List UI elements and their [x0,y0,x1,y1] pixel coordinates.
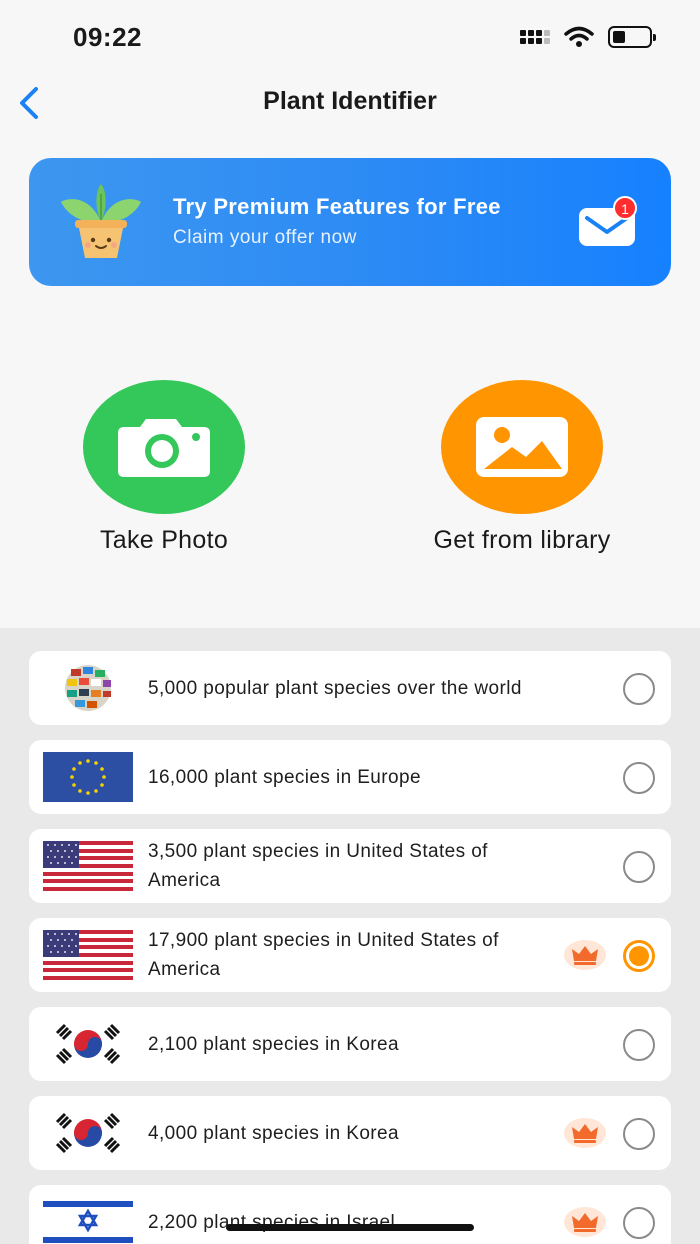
radio-button[interactable] [623,762,655,794]
list-item-label: 2,100 plant species in Korea [148,1033,399,1055]
status-bar: 09:22 [0,0,700,70]
us-flag-icon [43,841,133,891]
us-flag-icon [43,930,133,980]
take-photo-button[interactable]: Take Photo [64,380,264,555]
list-item[interactable]: 2,200 plant species in Israel [29,1185,671,1244]
radio-button[interactable] [623,1029,655,1061]
library-label: Get from library [433,526,611,554]
list-item-label: 16,000 plant species in Europe [148,766,421,788]
potted-plant-icon [61,184,141,258]
eu-flag-icon [43,752,133,802]
radio-button[interactable] [623,1207,655,1239]
list-item-label: 3,500 plant species in United States of … [148,841,488,891]
notification-badge: 1 [613,196,637,220]
battery-icon [608,26,656,48]
status-icons [520,26,656,48]
crown-icon [564,1207,606,1237]
nav-bar: Plant Identifier [0,75,700,130]
promo-title: Try Premium Features for Free [173,194,501,219]
image-icon [476,417,568,477]
library-circle [441,380,603,514]
get-from-library-button[interactable]: Get from library [404,380,640,555]
world-globe-icon [65,665,111,711]
take-photo-circle [83,380,245,514]
list-item[interactable]: 5,000 popular plant species over the wor… [29,651,671,725]
crown-icon [564,1118,606,1148]
list-item[interactable]: 2,100 plant species in Korea [29,1007,671,1081]
page-title: Plant Identifier [263,87,437,115]
radio-button[interactable] [623,673,655,705]
home-indicator [226,1224,474,1231]
radio-button-selected[interactable] [623,940,655,972]
promo-subtitle: Claim your offer now [173,227,357,248]
premium-promo-banner[interactable]: Try Premium Features for Free Claim your… [29,158,671,286]
korea-flag-icon [53,1019,123,1069]
list-item[interactable]: 16,000 plant species in Europe [29,740,671,814]
radio-button[interactable] [623,1118,655,1150]
crown-icon [564,940,606,970]
cellular-signal-icon [520,30,550,44]
radio-button[interactable] [623,851,655,883]
list-item[interactable]: 17,900 plant species in United States of… [29,918,671,992]
list-item-label: 4,000 plant species in Korea [148,1122,399,1144]
list-item-label: 17,900 plant species in United States of… [148,930,499,980]
camera-icon [118,419,210,477]
take-photo-label: Take Photo [99,526,229,554]
list-item[interactable]: 4,000 plant species in Korea [29,1096,671,1170]
list-item-label: 2,200 plant species in Israel [148,1211,396,1233]
wifi-icon [564,26,594,47]
list-item[interactable]: 3,500 plant species in United States of … [29,829,671,903]
status-time: 09:22 [73,22,142,52]
korea-flag-icon [53,1108,123,1158]
israel-flag-icon [43,1197,133,1244]
list-item-label: 5,000 popular plant species over the wor… [148,677,522,699]
